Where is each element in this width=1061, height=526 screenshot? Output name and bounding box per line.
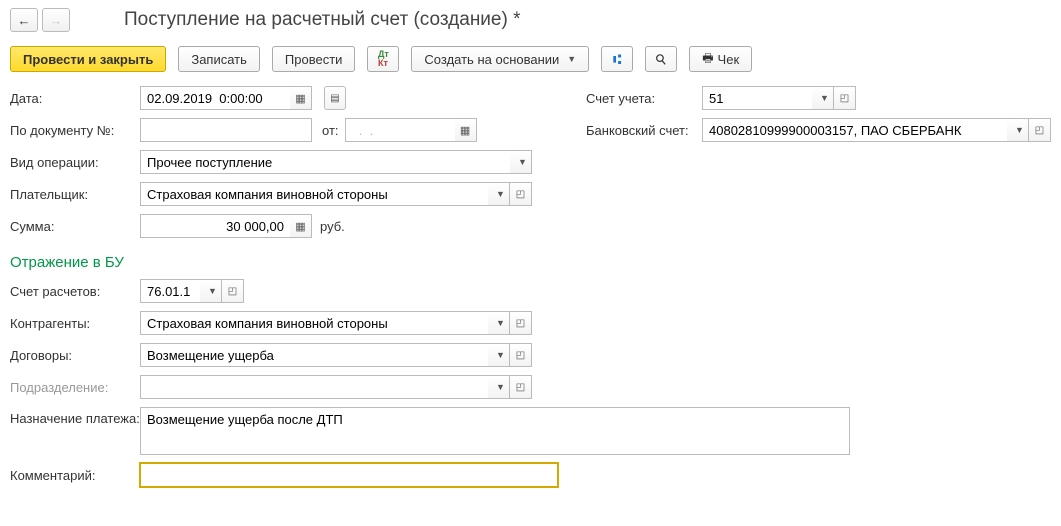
page-title: Поступление на расчетный счет (создание)… — [124, 9, 521, 31]
purpose-textarea[interactable] — [140, 407, 850, 455]
open-icon: ◰ — [840, 93, 849, 104]
chevron-down-icon: ▼ — [496, 318, 505, 328]
calendar-icon: ▦ — [295, 92, 305, 105]
division-dropdown-button[interactable]: ▼ — [488, 375, 510, 399]
counterparty-label: Контрагенты: — [10, 316, 140, 331]
tree-icon: ⑆ — [613, 51, 621, 67]
date-input[interactable] — [140, 86, 290, 110]
payer-label: Плательщик: — [10, 187, 140, 202]
sum-calc-button[interactable]: ▦ — [290, 214, 312, 238]
date-label: Дата: — [10, 91, 140, 106]
settle-account-open-button[interactable]: ◰ — [222, 279, 244, 303]
chevron-down-icon: ▼ — [567, 54, 576, 64]
dtkt-button[interactable]: ДтКт — [367, 46, 399, 72]
dtkt-icon: ДтКт — [378, 50, 389, 68]
sum-currency-label: руб. — [320, 219, 345, 234]
bank-account-open-button[interactable]: ◰ — [1029, 118, 1051, 142]
settle-account-dropdown-button[interactable]: ▼ — [200, 279, 222, 303]
counterparty-input[interactable] — [140, 311, 488, 335]
open-icon: ◰ — [516, 350, 525, 361]
arrow-left-icon: ← — [18, 13, 31, 28]
date-extra-button[interactable]: ▤ — [324, 86, 346, 110]
chevron-down-icon: ▼ — [496, 382, 505, 392]
chevron-down-icon: ▼ — [496, 350, 505, 360]
account-open-button[interactable]: ◰ — [834, 86, 856, 110]
doc-no-label: По документу №: — [10, 123, 140, 138]
section-bu-title: Отражение в БУ — [10, 254, 1051, 271]
bank-account-label: Банковский счет: — [586, 123, 702, 138]
from-date-input[interactable] — [345, 118, 455, 142]
division-open-button[interactable]: ◰ — [510, 375, 532, 399]
counterparty-open-button[interactable]: ◰ — [510, 311, 532, 335]
post-and-close-button[interactable]: Провести и закрыть — [10, 46, 166, 72]
op-type-dropdown-button[interactable]: ▼ — [510, 150, 532, 174]
chevron-down-icon: ▼ — [496, 189, 505, 199]
nav-forward-button[interactable]: → — [42, 8, 70, 32]
bank-account-input[interactable] — [702, 118, 1007, 142]
payer-input[interactable] — [140, 182, 488, 206]
nav-back-button[interactable]: ← — [10, 8, 38, 32]
printer-icon: 🖶 — [702, 49, 713, 70]
calculator-icon: ▦ — [295, 220, 305, 233]
from-date-picker-button[interactable]: ▦ — [455, 118, 477, 142]
division-input[interactable] — [140, 375, 488, 399]
comment-label: Комментарий: — [10, 468, 140, 483]
post-button[interactable]: Провести — [272, 46, 356, 72]
contract-input[interactable] — [140, 343, 488, 367]
chevron-down-icon: ▼ — [518, 157, 527, 167]
account-dropdown-button[interactable]: ▼ — [812, 86, 834, 110]
from-label: от: — [322, 123, 339, 138]
open-icon: ◰ — [516, 189, 525, 200]
toolbar: Провести и закрыть Записать Провести ДтК… — [10, 46, 1051, 72]
account-input[interactable] — [702, 86, 812, 110]
counterparty-dropdown-button[interactable]: ▼ — [488, 311, 510, 335]
write-button[interactable]: Записать — [178, 46, 260, 72]
comment-input[interactable] — [140, 463, 558, 487]
attachments-button[interactable]: ⚲ — [645, 46, 677, 72]
chevron-down-icon: ▼ — [1015, 125, 1024, 135]
list-icon: ▤ — [330, 93, 339, 104]
purpose-label: Назначение платежа: — [10, 407, 140, 426]
doc-no-input[interactable] — [140, 118, 312, 142]
payer-open-button[interactable]: ◰ — [510, 182, 532, 206]
open-icon: ◰ — [228, 286, 237, 297]
chevron-down-icon: ▼ — [208, 286, 217, 296]
contract-dropdown-button[interactable]: ▼ — [488, 343, 510, 367]
check-button[interactable]: 🖶 Чек — [689, 46, 752, 72]
structure-button[interactable]: ⑆ — [601, 46, 633, 72]
chevron-down-icon: ▼ — [820, 93, 829, 103]
op-type-label: Вид операции: — [10, 155, 140, 170]
bank-account-dropdown-button[interactable]: ▼ — [1007, 118, 1029, 142]
date-picker-button[interactable]: ▦ — [290, 86, 312, 110]
settle-account-label: Счет расчетов: — [10, 284, 140, 299]
account-label: Счет учета: — [586, 91, 702, 106]
open-icon: ◰ — [516, 318, 525, 329]
settle-account-input[interactable] — [140, 279, 200, 303]
sum-input[interactable] — [140, 214, 290, 238]
op-type-input[interactable] — [140, 150, 510, 174]
calendar-icon: ▦ — [460, 124, 470, 137]
division-label: Подразделение: — [10, 380, 140, 395]
arrow-right-icon: → — [50, 13, 63, 28]
contract-label: Договоры: — [10, 348, 140, 363]
payer-dropdown-button[interactable]: ▼ — [488, 182, 510, 206]
create-based-on-button[interactable]: Создать на основании ▼ — [411, 46, 589, 72]
open-icon: ◰ — [1035, 125, 1044, 136]
contract-open-button[interactable]: ◰ — [510, 343, 532, 367]
sum-label: Сумма: — [10, 219, 140, 234]
paperclip-icon: ⚲ — [652, 49, 671, 69]
open-icon: ◰ — [516, 382, 525, 393]
